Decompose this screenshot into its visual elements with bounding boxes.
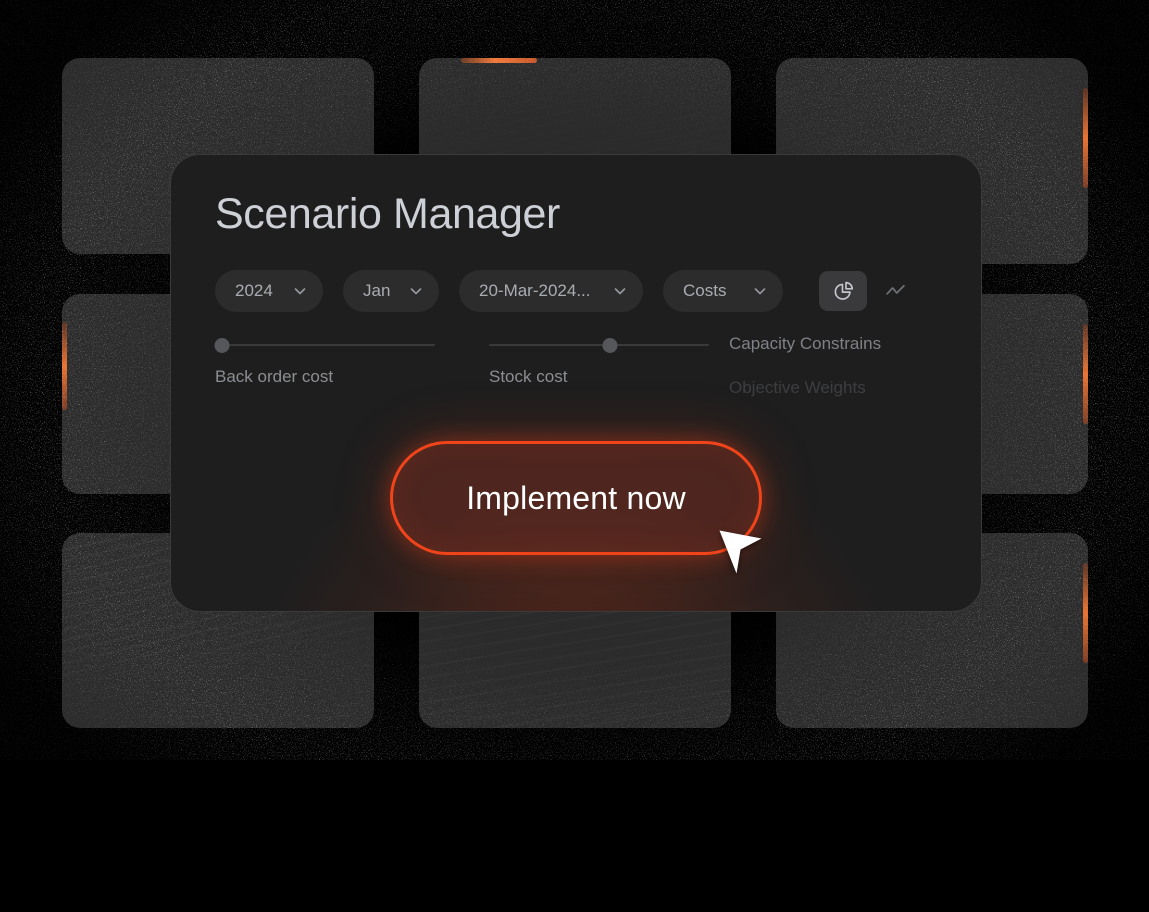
card-accent-bar (1083, 324, 1088, 424)
chevron-down-icon (754, 288, 766, 295)
implement-now-label: Implement now (466, 479, 686, 516)
card-accent-bar (461, 58, 537, 63)
year-dropdown[interactable]: 2024 (215, 270, 323, 313)
objective-weights-label[interactable]: Objective Weights (729, 378, 881, 398)
card-accent-bar (1083, 88, 1088, 188)
section-links: Capacity Constrains Objective Weights (729, 334, 881, 398)
pie-chart-icon (834, 281, 853, 300)
chevron-down-icon (410, 288, 422, 295)
cta-container: Implement now (171, 441, 981, 555)
back-order-cost-label: Back order cost (215, 367, 334, 387)
line-chart-icon (885, 284, 905, 295)
page-title: Scenario Manager (215, 190, 560, 238)
date-dropdown-value: 20-Mar-2024... (479, 281, 591, 301)
metric-dropdown-value: Costs (683, 281, 727, 301)
capacity-constrains-label[interactable]: Capacity Constrains (729, 334, 881, 354)
date-dropdown[interactable]: 20-Mar-2024... (459, 270, 643, 313)
chevron-down-icon (614, 288, 626, 295)
chart-view-toggle (819, 271, 919, 312)
filter-toolbar: 2024 Jan 20-Mar-2024... Costs (215, 270, 937, 313)
chevron-down-icon (294, 288, 306, 295)
stock-cost-label: Stock cost (489, 367, 568, 387)
implement-now-button[interactable]: Implement now (390, 441, 762, 555)
metric-dropdown[interactable]: Costs (663, 270, 783, 313)
line-chart-view-button[interactable] (871, 271, 919, 311)
stock-cost-slider[interactable] (489, 337, 709, 353)
month-dropdown[interactable]: Jan (343, 270, 439, 313)
slider-handle[interactable] (214, 337, 230, 353)
card-accent-bar (62, 322, 67, 410)
year-dropdown-value: 2024 (235, 281, 273, 301)
back-order-cost-slider-group: Back order cost (214, 337, 435, 387)
app-root: Scenario Manager 2024 Jan 20-Mar-2024... (0, 0, 1149, 912)
stock-cost-slider-group: Stock cost (489, 337, 709, 387)
parameter-sliders: Back order cost Stock cost Capacity Cons… (214, 334, 937, 397)
pie-chart-view-button[interactable] (819, 271, 867, 312)
card-accent-bar (1083, 563, 1088, 663)
slider-handle[interactable] (602, 337, 618, 353)
back-order-cost-slider[interactable] (214, 337, 435, 353)
scenario-manager-dialog: Scenario Manager 2024 Jan 20-Mar-2024... (170, 154, 982, 612)
month-dropdown-value: Jan (363, 281, 391, 301)
